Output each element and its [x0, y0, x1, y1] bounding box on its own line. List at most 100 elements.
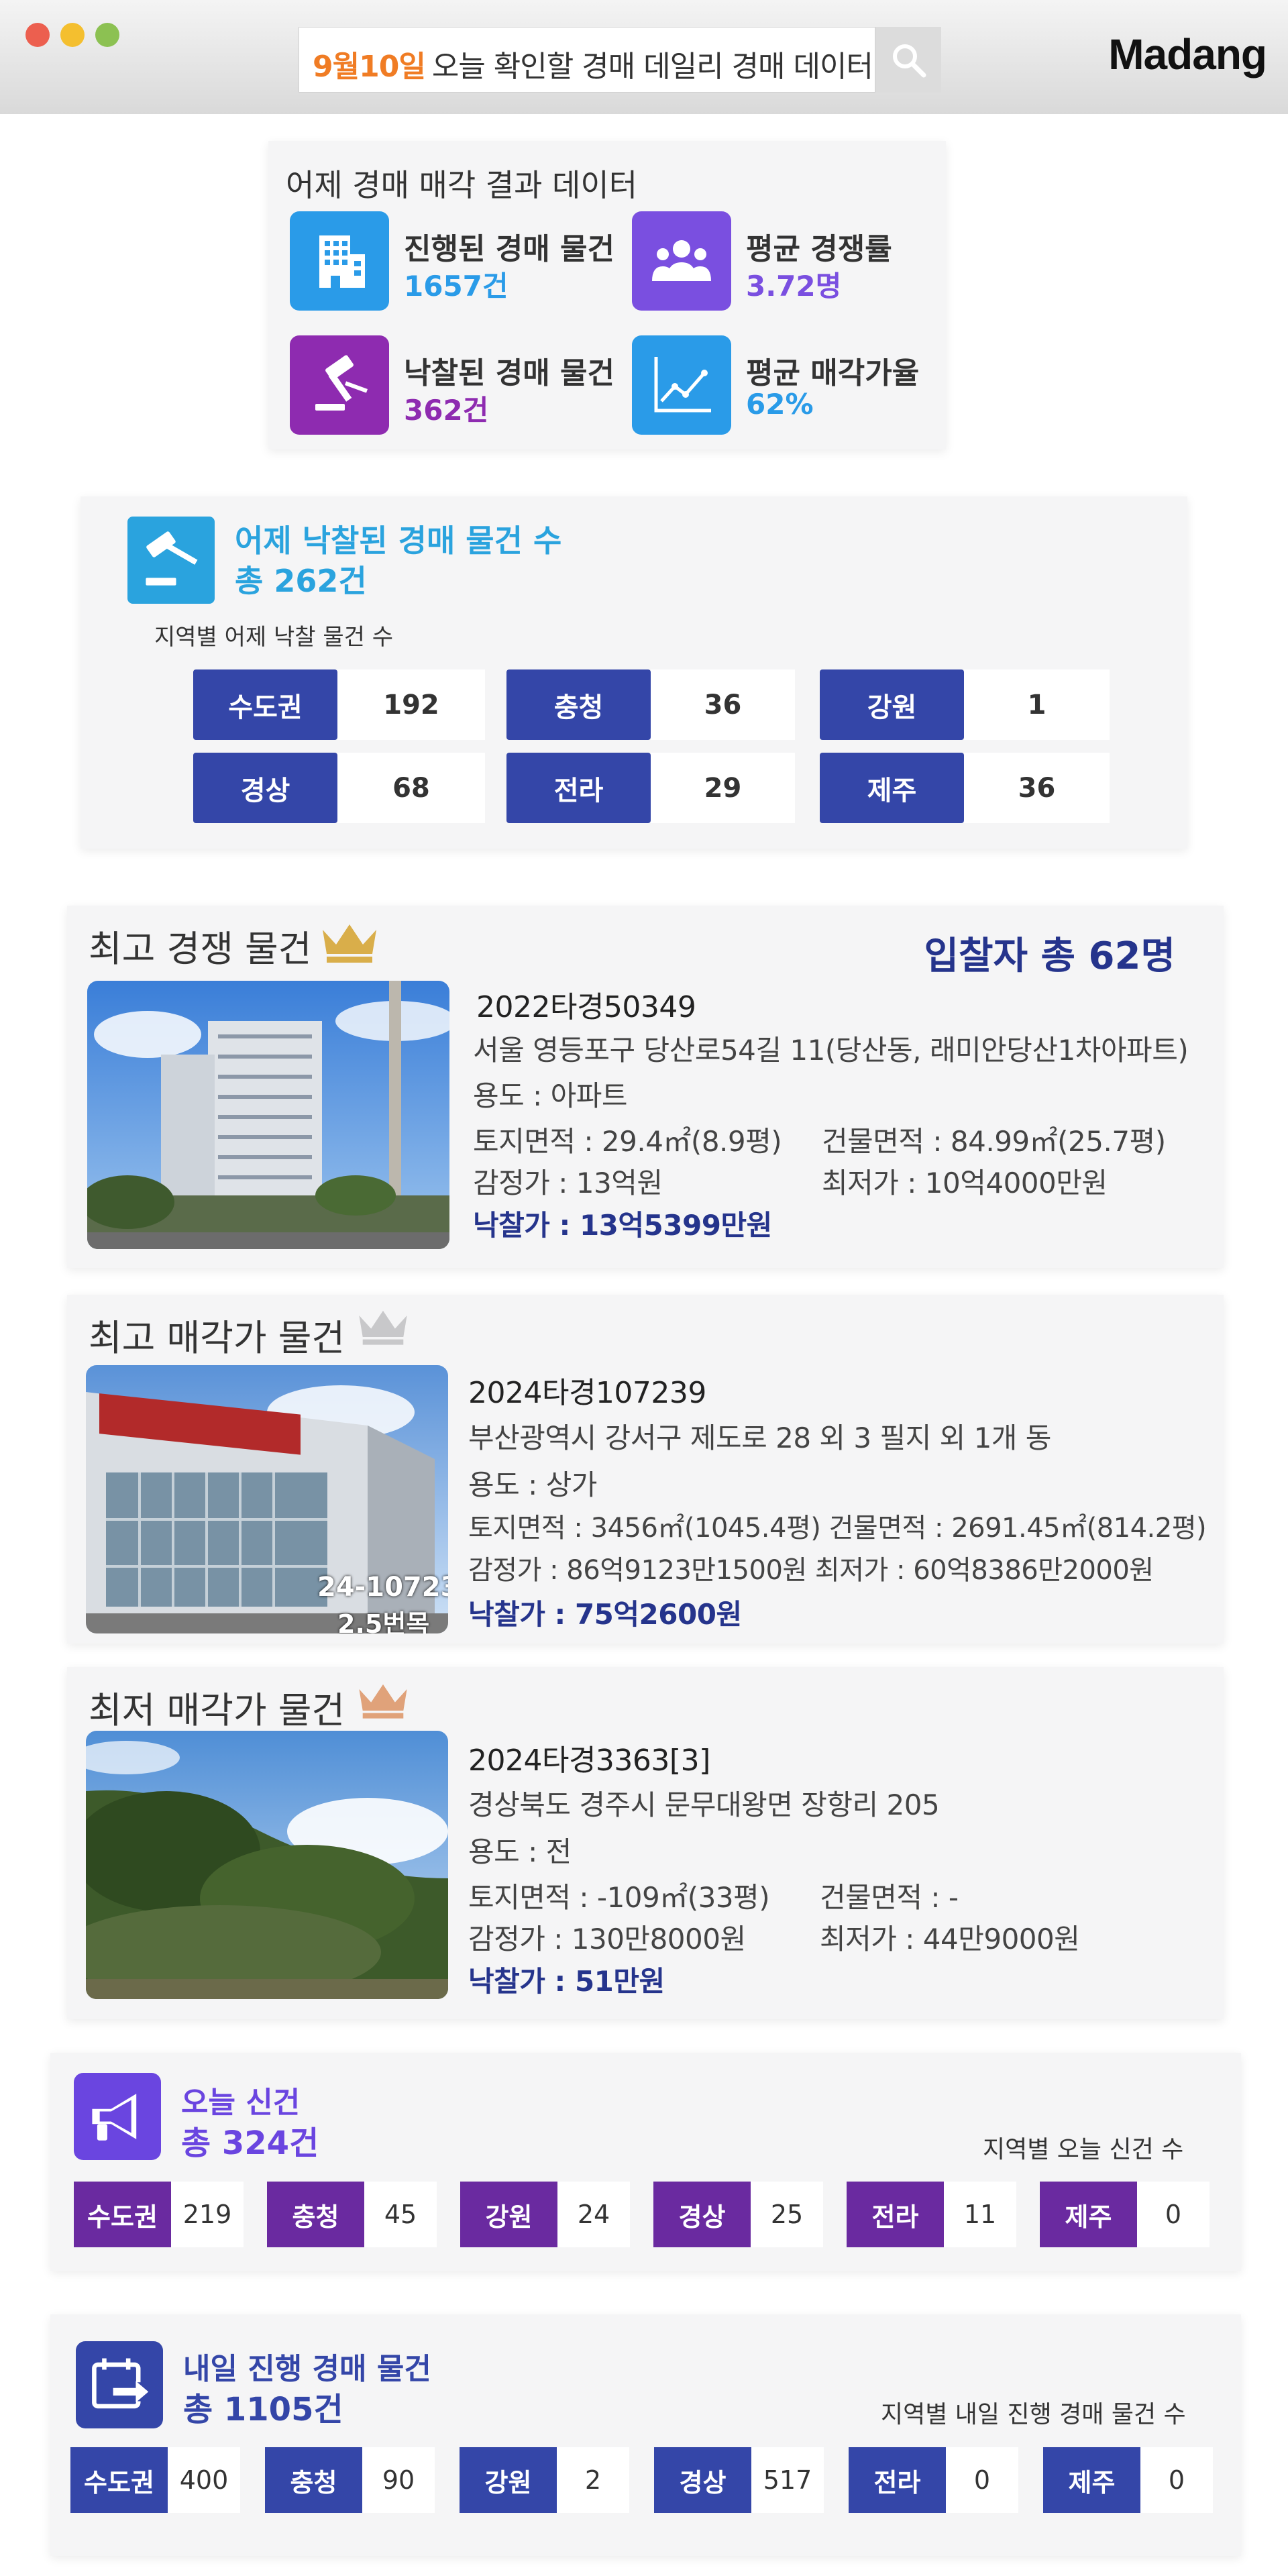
region-label: 전라: [847, 2182, 944, 2247]
top-price-title: 최고 매각가 물건: [89, 1317, 345, 1359]
sold-yesterday-subtitle: 지역별 어제 낙찰 물건 수: [154, 624, 394, 651]
new-today-subtitle: 지역별 오늘 신건 수: [983, 2136, 1184, 2163]
region-label: 제주: [1040, 2182, 1137, 2247]
case-number: 2024타경3363[3]: [468, 1743, 710, 1778]
stat-sale-rate: 평균 매각가율 62%: [632, 335, 954, 436]
search-text: 9월10일 오늘 확인할 경매 데일리 경매 데이터: [313, 42, 873, 85]
appraised-price: 감정가 : 130만8000원: [468, 1923, 746, 1955]
area-info: 토지면적 : 3456㎡(1045.4평) 건물면적 : 2691.45㎡(81…: [468, 1513, 1207, 1544]
stat-label: 평균 경쟁률: [746, 232, 892, 266]
people-icon: [632, 211, 731, 311]
land-area: 토지면적 : 29.4㎡(8.9평): [473, 1125, 782, 1158]
top-bar: 9월10일 오늘 확인할 경매 데일리 경매 데이터 Madang: [0, 0, 1288, 114]
region-count: 29: [651, 753, 795, 823]
gavel-icon: [290, 335, 389, 435]
summary-card: 어제 경매 매각 결과 데이터 진행된 경매 물건 1657건 평균 경쟁률 3…: [268, 141, 946, 449]
region-count: 0: [1140, 2447, 1213, 2513]
region-count: 25: [751, 2182, 823, 2247]
brand-logo: Madang: [1108, 30, 1267, 78]
new-today-card: 오늘 신건 총 324건 지역별 오늘 신건 수 수도권 219 충청 45 강원 2…: [50, 2053, 1241, 2271]
minimum-price: 최저가 : 44만9000원: [820, 1923, 1080, 1955]
stat-sold: 낙찰된 경매 물건 362건: [290, 335, 614, 436]
region-label: 수도권: [70, 2447, 168, 2513]
gavel-icon: [127, 517, 215, 604]
silver-crown-icon: [359, 1310, 407, 1345]
region-count: 36: [964, 753, 1110, 823]
region-label: 충청: [267, 2182, 364, 2247]
building-icon: [290, 211, 389, 311]
sold-yesterday-card: 어제 낙찰된 경매 물건 수 총 262건 지역별 어제 낙찰 물건 수 수도권…: [80, 496, 1187, 849]
region-count: 36: [651, 669, 795, 740]
sold-yesterday-total: 총 262건: [235, 563, 367, 599]
stat-value: 362건: [404, 394, 489, 427]
stat-value: 62%: [746, 388, 814, 421]
photo-overlay-case: 24-10723: [317, 1572, 448, 1603]
region-label: 수도권: [193, 669, 337, 740]
top-competition-card: 최고 경쟁 물건 입찰자 총 62명 2022타경50349 서울 영등포구 당…: [67, 906, 1224, 1268]
region-label: 강원: [820, 669, 964, 740]
winning-bid: 낙찰가 : 51만원: [468, 1965, 665, 1998]
tomorrow-total: 총 1105건: [183, 2391, 343, 2428]
region-count: 219: [171, 2182, 244, 2247]
region-count: 2: [557, 2447, 629, 2513]
address: 서울 영등포구 당산로54길 11(당산동, 래미안당산1차아파트): [473, 1034, 1189, 1067]
window-maximize-dot[interactable]: [95, 23, 119, 47]
building-area: 건물면적 : -: [820, 1881, 959, 1914]
region-count: 0: [946, 2447, 1018, 2513]
region-count: 517: [751, 2447, 824, 2513]
region-label: 수도권: [74, 2182, 171, 2247]
region-label: 강원: [460, 2447, 557, 2513]
tomorrow-card: 내일 진행 경매 물건 총 1105건 지역별 내일 진행 경매 물건 수 수도…: [50, 2314, 1241, 2556]
megaphone-icon: [74, 2073, 161, 2160]
region-label: 제주: [1043, 2447, 1140, 2513]
line-chart-icon: [632, 335, 731, 435]
commercial-building-photo: 24-10723 2.5번목: [86, 1365, 448, 1633]
stat-label: 진행된 경매 물건: [404, 232, 614, 266]
region-count: 0: [1137, 2182, 1210, 2247]
stat-progressed: 진행된 경매 물건 1657건: [290, 211, 614, 312]
search-button[interactable]: [875, 27, 941, 93]
region-count: 11: [944, 2182, 1016, 2247]
summary-title: 어제 경매 매각 결과 데이터: [286, 167, 638, 203]
usage: 용도 : 전: [468, 1835, 572, 1868]
window-close-dot[interactable]: [25, 23, 50, 47]
tomorrow-subtitle: 지역별 내일 진행 경매 물건 수: [881, 2401, 1186, 2428]
search-date: 9월10일: [313, 50, 426, 84]
search-box[interactable]: 9월10일 오늘 확인할 경매 데일리 경매 데이터: [299, 27, 875, 93]
search-phrase: 오늘 확인할 경매 데일리 경매 데이터: [431, 50, 873, 84]
tomorrow-title: 내일 진행 경매 물건: [183, 2352, 431, 2386]
search-icon: [893, 44, 926, 78]
sold-yesterday-title: 어제 낙찰된 경매 물건 수: [235, 523, 562, 559]
region-label: 충청: [265, 2447, 362, 2513]
window-minimize-dot[interactable]: [60, 23, 85, 47]
address: 경상북도 경주시 문무대왕면 장항리 205: [468, 1788, 940, 1821]
minimum-price: 최저가 : 10억4000만원: [822, 1167, 1108, 1199]
region-count: 24: [557, 2182, 630, 2247]
stat-competition: 평균 경쟁률 3.72명: [632, 211, 954, 312]
stat-value: 3.72명: [746, 270, 842, 303]
region-label: 경상: [193, 753, 337, 823]
region-count: 90: [362, 2447, 435, 2513]
case-number: 2024타경107239: [468, 1376, 706, 1410]
region-count: 68: [337, 753, 485, 823]
new-today-total: 총 324건: [181, 2125, 319, 2162]
gold-crown-icon: [323, 924, 376, 963]
top-competition-title: 최고 경쟁 물건: [89, 928, 312, 970]
bidder-count: 입찰자 총 62명: [924, 934, 1175, 978]
region-label: 경상: [653, 2182, 751, 2247]
stat-label: 평균 매각가율: [746, 356, 920, 390]
region-count: 45: [364, 2182, 437, 2247]
region-count: 1: [964, 669, 1110, 740]
region-label: 경상: [654, 2447, 751, 2513]
land-area: 토지면적 : -109㎡(33평): [468, 1881, 770, 1914]
region-label: 제주: [820, 753, 964, 823]
apartment-photo: [87, 981, 449, 1249]
photo-overlay-number: 2.5번목: [337, 1609, 430, 1633]
lowest-price-title: 최저 매각가 물건: [89, 1689, 345, 1731]
price-info: 감정가 : 86억9123만1500원 최저가 : 60억8386만2000원: [468, 1555, 1154, 1586]
appraised-price: 감정가 : 13억원: [473, 1167, 663, 1199]
region-label: 전라: [506, 753, 651, 823]
land-photo: [86, 1731, 448, 1999]
region-label: 강원: [460, 2182, 557, 2247]
usage: 용도 : 아파트: [473, 1079, 628, 1112]
